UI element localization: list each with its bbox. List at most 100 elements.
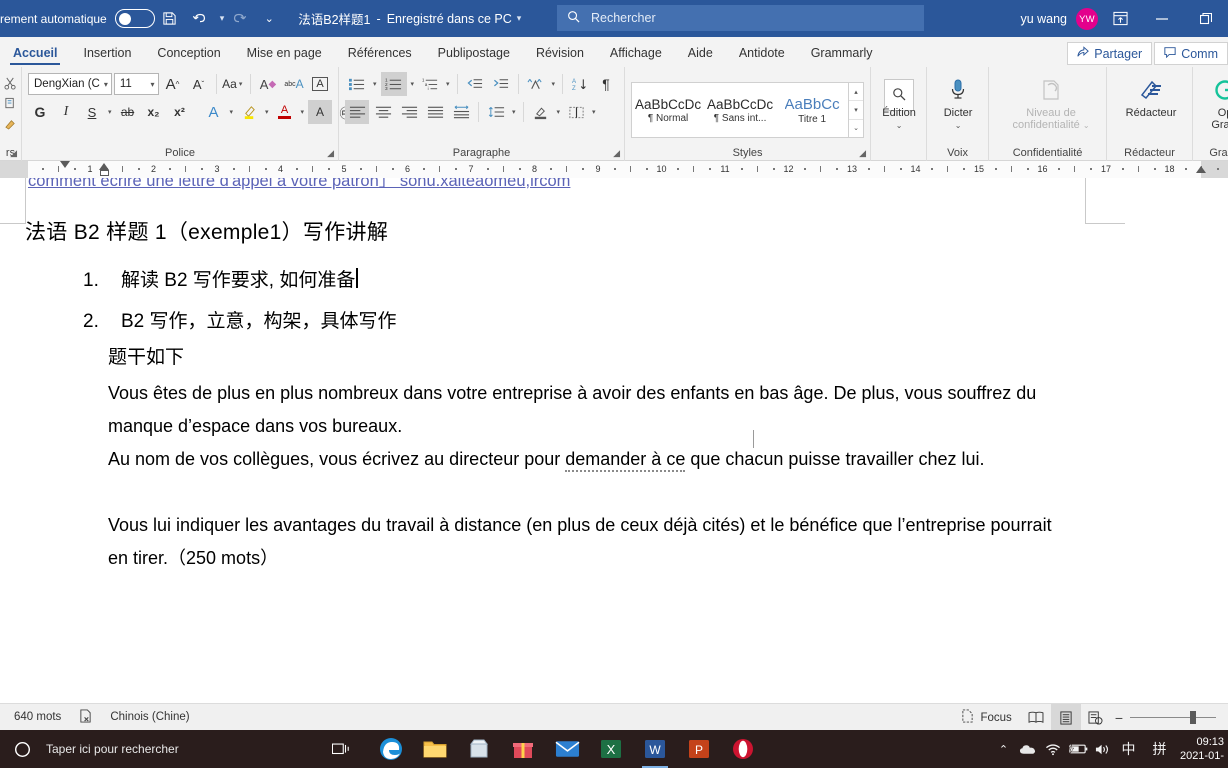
taskbar-search-input[interactable]: Taper ici pour rechercher bbox=[44, 730, 320, 768]
tab-accueil[interactable]: Accueil bbox=[0, 46, 70, 67]
battery-charging-icon[interactable] bbox=[1066, 730, 1091, 768]
clipped-hyperlink-line[interactable]: comment écrire une lettre d'appel à votr… bbox=[28, 178, 783, 191]
multilevel-list-icon[interactable]: 1ai bbox=[418, 72, 442, 96]
align-justify-icon[interactable] bbox=[423, 100, 447, 124]
bold-button[interactable]: G bbox=[28, 100, 52, 124]
onedrive-cloud-icon[interactable] bbox=[1016, 730, 1041, 768]
chevron-down-icon[interactable]: ▾ bbox=[299, 108, 307, 116]
tab-antidote[interactable]: Antidote bbox=[726, 46, 798, 67]
font-size-input[interactable]: 11 ▾ bbox=[113, 73, 159, 95]
horizontal-ruler[interactable]: 1 2 3 4 5 6 7 8 9 10 11 12 13 14 15 16 17 18 bbox=[0, 161, 1228, 178]
font-color-icon[interactable]: A bbox=[273, 100, 297, 124]
share-button[interactable]: Partager bbox=[1067, 42, 1153, 65]
copy-icon[interactable] bbox=[1, 94, 19, 112]
list-item[interactable]: 2. B2 写作，立意，构架，具体写作 bbox=[83, 309, 397, 335]
word-icon[interactable]: W bbox=[634, 730, 676, 768]
file-explorer-icon[interactable] bbox=[414, 730, 456, 768]
zoom-thumb[interactable] bbox=[1190, 711, 1196, 724]
tab-affichage[interactable]: Affichage bbox=[597, 46, 675, 67]
document-canvas[interactable]: comment écrire une lettre d'appel à votr… bbox=[0, 178, 1228, 703]
ime-mode-indicator[interactable]: 中 bbox=[1116, 730, 1141, 768]
grammar-suggestion[interactable]: demander à ce bbox=[565, 449, 686, 472]
chevron-down-icon[interactable]: ▾ bbox=[263, 108, 271, 116]
format-painter-icon[interactable] bbox=[1, 114, 19, 132]
comments-button[interactable]: Comm bbox=[1154, 42, 1228, 65]
grow-font-icon[interactable]: A ^ bbox=[161, 72, 185, 96]
cut-icon[interactable] bbox=[1, 74, 19, 92]
line-spacing-icon[interactable] bbox=[484, 100, 508, 124]
focus-mode-button[interactable]: Focus bbox=[952, 704, 1020, 731]
minimize-icon[interactable] bbox=[1140, 0, 1184, 37]
chevron-down-icon[interactable]: ▾ bbox=[371, 80, 379, 88]
paragraph-1[interactable]: Vous êtes de plus en plus nombreux dans … bbox=[108, 377, 1063, 443]
chevron-down-icon[interactable]: ▾ bbox=[228, 108, 236, 116]
chevron-down-icon[interactable]: ▾ bbox=[849, 101, 864, 120]
font-name-input[interactable]: DengXian (C ▾ bbox=[28, 73, 112, 95]
tab-publipostage[interactable]: Publipostage bbox=[425, 46, 523, 67]
sort-phonetic-icon[interactable] bbox=[524, 72, 548, 96]
wifi-icon[interactable] bbox=[1041, 730, 1066, 768]
tab-mise-en-page[interactable]: Mise en page bbox=[234, 46, 335, 67]
restore-icon[interactable] bbox=[1184, 0, 1228, 37]
sensitivity-button[interactable]: Niveau de confidentialité ⌄ bbox=[995, 75, 1107, 147]
strikethrough-button[interactable]: ab bbox=[116, 100, 140, 124]
chevron-down-icon[interactable]: ▾ bbox=[510, 108, 518, 116]
clear-formatting-icon[interactable]: A ◆ bbox=[256, 72, 280, 96]
web-layout-icon[interactable] bbox=[1081, 704, 1111, 731]
first-line-indent-marker[interactable] bbox=[60, 161, 70, 168]
ime-pinyin-indicator[interactable]: 拼 bbox=[1147, 730, 1172, 768]
chevron-down-icon[interactable]: ▾ bbox=[555, 108, 563, 116]
chevron-down-icon[interactable]: ▾ bbox=[409, 80, 417, 88]
text-effects-icon[interactable]: A bbox=[202, 100, 226, 124]
customize-quick-access-icon[interactable]: ⌄ bbox=[254, 4, 284, 34]
superscript-button[interactable]: x² bbox=[168, 100, 192, 124]
right-indent-marker[interactable] bbox=[1196, 166, 1206, 173]
word-count-button[interactable]: 640 mots bbox=[0, 704, 70, 731]
align-left-icon[interactable] bbox=[345, 100, 369, 124]
save-icon[interactable] bbox=[155, 4, 185, 34]
pilcrow-icon[interactable]: ¶ bbox=[594, 72, 618, 96]
chevron-up-icon[interactable]: ⌃ bbox=[991, 730, 1016, 768]
sort-az-icon[interactable]: AZ bbox=[568, 72, 592, 96]
account-button[interactable]: yu wang YW bbox=[1020, 8, 1098, 30]
print-layout-icon[interactable] bbox=[1050, 704, 1081, 731]
zoom-slider[interactable]: − bbox=[1111, 710, 1228, 726]
style-normal[interactable]: AaBbCcDc ¶ Normal bbox=[632, 83, 704, 137]
editor-button[interactable]: Rédacteur bbox=[1113, 75, 1189, 147]
borders-icon[interactable] bbox=[564, 100, 588, 124]
chevron-down-icon[interactable]: ⌄ bbox=[896, 121, 903, 130]
tab-insertion[interactable]: Insertion bbox=[70, 46, 144, 67]
paragraph-2[interactable]: Au nom de vos collègues, vous écrivez au… bbox=[108, 443, 1063, 476]
tab-grammarly[interactable]: Grammarly bbox=[798, 46, 886, 67]
zoom-out-icon[interactable]: − bbox=[1115, 710, 1123, 726]
align-center-icon[interactable] bbox=[371, 100, 395, 124]
bullet-list-icon[interactable] bbox=[345, 72, 369, 96]
volume-icon[interactable] bbox=[1091, 730, 1116, 768]
paragraph-3[interactable]: Vous lui indiquer les avantages du trava… bbox=[108, 509, 1063, 575]
tab-revision[interactable]: Révision bbox=[523, 46, 597, 67]
title-chevron-down-icon[interactable]: ▾ bbox=[517, 13, 522, 24]
ribbon-display-options-icon[interactable] bbox=[1100, 0, 1140, 37]
mail-icon[interactable] bbox=[546, 730, 588, 768]
dictate-button[interactable]: Dicter ⌄ bbox=[933, 75, 983, 147]
hanging-indent-marker[interactable] bbox=[99, 163, 109, 170]
styles-more-icon[interactable]: ⌄ bbox=[849, 120, 863, 137]
increase-indent-icon[interactable] bbox=[489, 72, 513, 96]
numbered-list-icon[interactable]: 123 bbox=[380, 72, 407, 96]
chevron-down-icon[interactable]: ▾ bbox=[147, 80, 155, 89]
chevron-up-icon[interactable]: ▴ bbox=[849, 83, 864, 102]
dialog-launcher-icon[interactable]: ◢ bbox=[859, 148, 866, 159]
underline-dropdown-icon[interactable]: ▾ bbox=[106, 108, 114, 116]
dialog-launcher-icon[interactable]: ◢ bbox=[10, 148, 17, 159]
left-indent-marker[interactable] bbox=[100, 170, 109, 176]
tab-conception[interactable]: Conception bbox=[144, 46, 233, 67]
distribute-text-icon[interactable] bbox=[449, 100, 473, 124]
edge-icon[interactable] bbox=[370, 730, 412, 768]
phonetic-guide-icon[interactable]: abc A bbox=[282, 72, 306, 96]
undo-icon[interactable] bbox=[185, 4, 215, 34]
task-view-icon[interactable] bbox=[320, 730, 362, 768]
italic-button[interactable]: I bbox=[54, 100, 78, 124]
dialog-launcher-icon[interactable]: ◢ bbox=[613, 148, 620, 159]
styles-gallery-scrollbar[interactable]: ▴ ▾ ⌄ bbox=[848, 83, 864, 137]
microsoft-store-icon[interactable] bbox=[458, 730, 500, 768]
